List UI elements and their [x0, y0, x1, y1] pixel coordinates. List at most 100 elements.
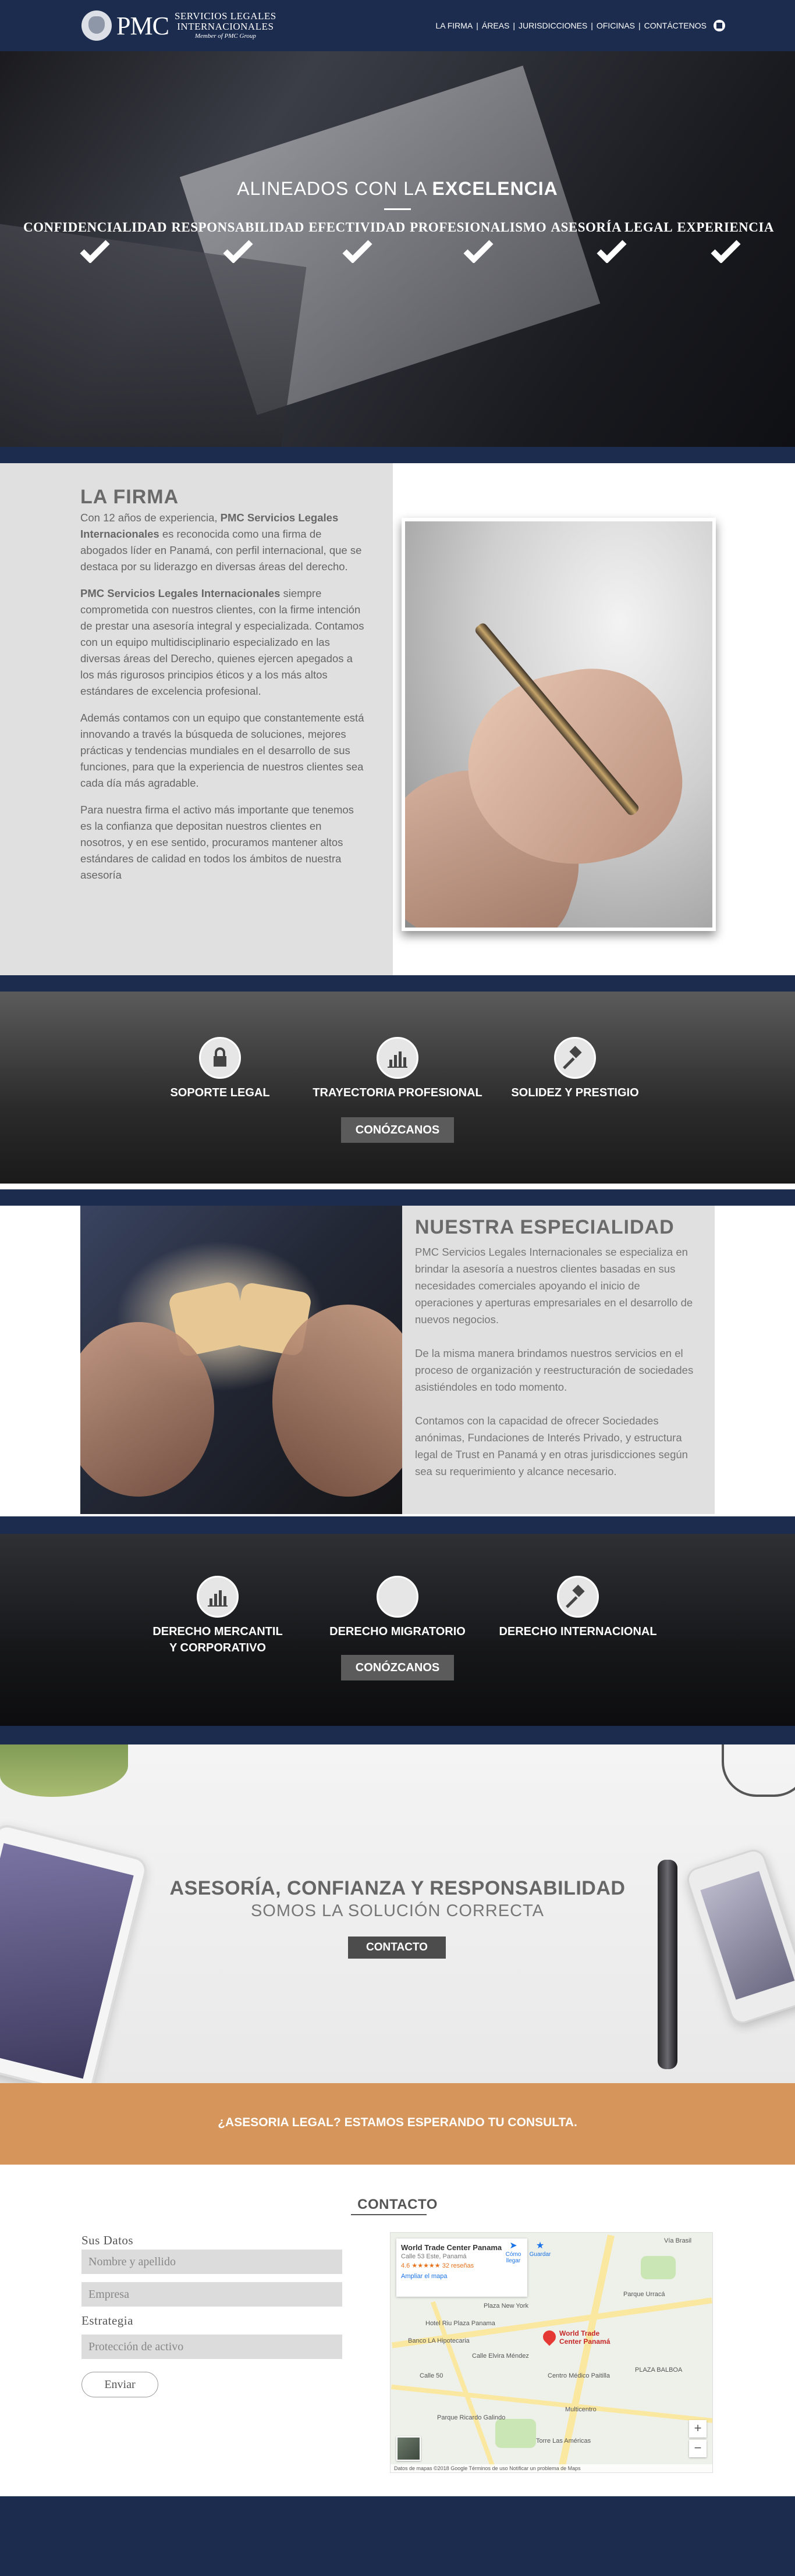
check-icon	[223, 240, 253, 263]
value-label: EXPERIENCIA	[677, 220, 774, 234]
plant-decoration	[0, 1744, 128, 1797]
strategy-input[interactable]	[81, 2335, 342, 2359]
firma-paragraph: PMC Servicios Legales Internacionales si…	[80, 585, 365, 699]
enlarge-map-link[interactable]: Ampliar el mapa	[401, 2273, 523, 2280]
hero-divider	[384, 208, 411, 210]
map-label: Centro Médico Paitilla	[548, 2372, 610, 2379]
phone-decoration	[684, 1846, 795, 2027]
value-label: ASESORÍA LEGAL	[551, 220, 673, 234]
globe-icon	[377, 1576, 418, 1618]
directions-label: Cómo llegar	[505, 2251, 521, 2264]
nav-oficinas[interactable]: OFICINAS	[597, 21, 635, 30]
check-icon	[711, 240, 741, 263]
hand-writing-image	[405, 521, 712, 928]
pmc-logo[interactable]: PMC SERVICIOS LEGALES INTERNACIONALES Me…	[81, 5, 303, 47]
conozcanos-areas-button[interactable]: CONÓZCANOS	[341, 1655, 454, 1680]
features-section: SOPORTE LEGAL TRAYECTORIA PROFESIONAL SO…	[0, 992, 795, 1184]
puzzle-image	[80, 1206, 402, 1514]
divider-band	[0, 447, 795, 463]
firma-paragraph: Con 12 años de experiencia, PMC Servicio…	[80, 510, 365, 575]
logo-text: SERVICIOS LEGALES INTERNACIONALES Member…	[175, 11, 276, 40]
conozcanos-button[interactable]: CONÓZCANOS	[341, 1117, 454, 1143]
map-label: Vía Brasil	[664, 2237, 692, 2244]
language-flag-icon[interactable]	[714, 20, 725, 31]
hero-section: ALINEADOS CON LA EXCELENCIA CONFIDENCIAL…	[0, 51, 795, 447]
map-label: Plaza New York	[484, 2303, 529, 2309]
nav-areas[interactable]: ÁREAS	[482, 21, 509, 30]
map-label: PLAZA BALBOA	[635, 2367, 683, 2374]
map-label: Hotel Riu Plaza Panama	[425, 2320, 495, 2327]
banner-subtitle: SOMOS LA SOLUCIÓN CORRECTA	[250, 1902, 545, 1920]
zoom-in-button[interactable]: +	[689, 2420, 707, 2438]
directions-icon: ➤	[509, 2241, 517, 2251]
map-pin-icon[interactable]	[540, 2328, 559, 2346]
send-button[interactable]: Enviar	[81, 2372, 158, 2397]
pin-label-line2: Center Panamá	[559, 2337, 611, 2346]
location-map[interactable]: Vía Brasil Plaza New York Hotel Riu Plaz…	[390, 2232, 713, 2473]
area-label-line1: DERECHO MERCANTIL	[152, 1625, 283, 1638]
value-label: RESPONSABILIDAD	[171, 220, 304, 234]
map-label: Parque Ricardo Galindo	[437, 2414, 506, 2421]
zoom-out-button[interactable]: −	[689, 2440, 707, 2457]
value-item: PROFESIONALISMO	[410, 220, 546, 263]
divider-band	[0, 1516, 795, 1534]
hero-title-light: ALINEADOS CON LA	[237, 178, 427, 199]
tablet-decoration	[0, 1822, 150, 2083]
firma-text: Con 12 años de experiencia, PMC Servicio…	[80, 510, 365, 894]
nav-separator: |	[476, 21, 478, 30]
directions-button[interactable]: ➤ Cómo llegar	[501, 2240, 526, 2264]
value-label: EFECTIVIDAD	[308, 220, 406, 234]
pin-label: World Trade Center Panamá	[559, 2329, 610, 2346]
save-place-button[interactable]: ★ Guardar	[528, 2240, 552, 2258]
company-input[interactable]	[81, 2282, 342, 2307]
areas-section: DERECHO MERCANTIL Y CORPORATIVO DERECHO …	[0, 1534, 795, 1726]
feature-solidez: SOLIDEZ Y PRESTIGIO	[505, 1037, 645, 1101]
firma-photo	[402, 518, 716, 931]
firma-paragraph: Además contamos con un equipo que consta…	[80, 712, 364, 789]
cta-banner: ¿ASESORIA LEGAL? ESTAMOS ESPERANDO TU CO…	[0, 2083, 795, 2165]
nav-la-firma[interactable]: LA FIRMA	[435, 21, 473, 30]
map-label: Parque Urracá	[623, 2291, 665, 2298]
sus-datos-label: Sus Datos	[81, 2233, 134, 2247]
bar-chart-icon	[197, 1576, 239, 1618]
cta-text[interactable]: ¿ASESORIA LEGAL? ESTAMOS ESPERANDO TU CO…	[0, 2116, 795, 2130]
area-migratorio: DERECHO MIGRATORIO	[322, 1576, 473, 1640]
values-list: CONFIDENCIALIDAD RESPONSABILIDAD EFECTIV…	[23, 220, 774, 263]
nav-contactenos[interactable]: CONTÁCTENOS	[644, 21, 707, 30]
slogan-banner: ASESORÍA, CONFIANZA Y RESPONSABILIDAD SO…	[0, 1744, 795, 2083]
hero-title-bold: EXCELENCIA	[432, 178, 558, 199]
crest-icon	[81, 10, 112, 41]
save-label: Guardar	[529, 2251, 551, 2258]
firma-p2-text: siempre comprometida con nuestros client…	[80, 587, 364, 697]
contacto-button[interactable]: CONTACTO	[348, 1937, 446, 1959]
value-item: EXPERIENCIA	[677, 220, 774, 263]
value-label: PROFESIONALISMO	[410, 220, 547, 234]
check-icon	[342, 240, 372, 263]
name-input[interactable]	[81, 2250, 342, 2274]
firma-p1-text: Con 12 años de experiencia,	[80, 511, 221, 524]
gavel-icon	[554, 1037, 596, 1079]
divider-band	[0, 975, 795, 992]
map-label: Calle 50	[420, 2372, 443, 2379]
check-icon	[80, 240, 111, 263]
firma-paragraph: Para nuestra firma el activo más importa…	[80, 804, 354, 881]
gavel-icon	[557, 1576, 599, 1618]
feature-label: TRAYECTORIA PROFESIONAL	[313, 1086, 482, 1099]
value-label: CONFIDENCIALIDAD	[23, 220, 167, 234]
nav-separator: |	[513, 21, 516, 30]
nav-separator: |	[638, 21, 641, 30]
feature-label: SOPORTE LEGAL	[170, 1086, 270, 1099]
value-item: ASESORÍA LEGAL	[551, 220, 673, 263]
especialidad-paragraph: De la misma manera brindamos nuestros se…	[415, 1347, 694, 1393]
lock-icon	[199, 1037, 241, 1079]
value-item: RESPONSABILIDAD	[171, 220, 304, 263]
satellite-toggle[interactable]	[396, 2436, 421, 2461]
map-road	[558, 2234, 615, 2472]
nav-jurisdicciones[interactable]: JURISDICCIONES	[519, 21, 587, 30]
site-footer	[0, 2496, 795, 2576]
bar-chart-icon	[377, 1037, 418, 1079]
star-icon: ★	[535, 2241, 545, 2251]
firma-title: LA FIRMA	[80, 486, 179, 508]
area-label: DERECHO INTERNACIONAL	[499, 1625, 657, 1638]
main-nav: LA FIRMA | ÁREAS | JURISDICCIONES | OFIC…	[435, 20, 725, 31]
